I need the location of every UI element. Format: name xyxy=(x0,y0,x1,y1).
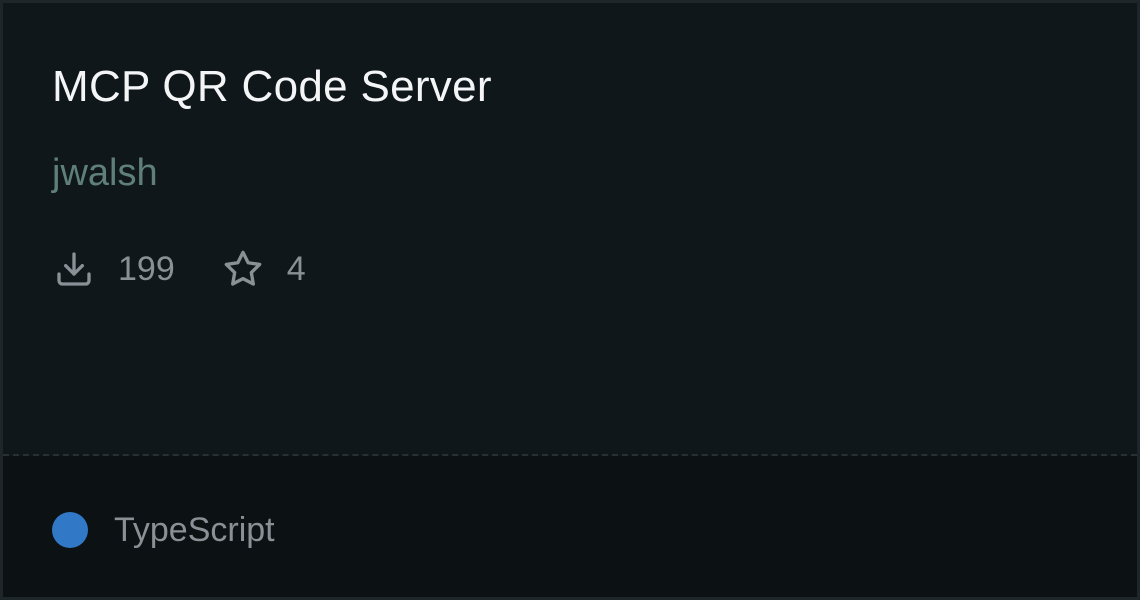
download-icon xyxy=(52,247,96,291)
server-card[interactable]: MCP QR Code Server jwalsh 199 4 TypeScri… xyxy=(0,0,1140,600)
stats-row: 199 4 xyxy=(52,247,306,291)
downloads-count: 199 xyxy=(118,250,175,288)
language-color-dot xyxy=(52,512,88,548)
card-footer: TypeScript xyxy=(3,456,1137,597)
stars-count: 4 xyxy=(286,250,306,288)
author-name[interactable]: jwalsh xyxy=(52,151,158,195)
card-body: MCP QR Code Server jwalsh 199 4 xyxy=(3,3,1137,455)
language-tag: TypeScript xyxy=(52,508,275,552)
server-title[interactable]: MCP QR Code Server xyxy=(52,61,492,113)
language-label: TypeScript xyxy=(114,511,275,549)
star-icon xyxy=(221,247,265,291)
